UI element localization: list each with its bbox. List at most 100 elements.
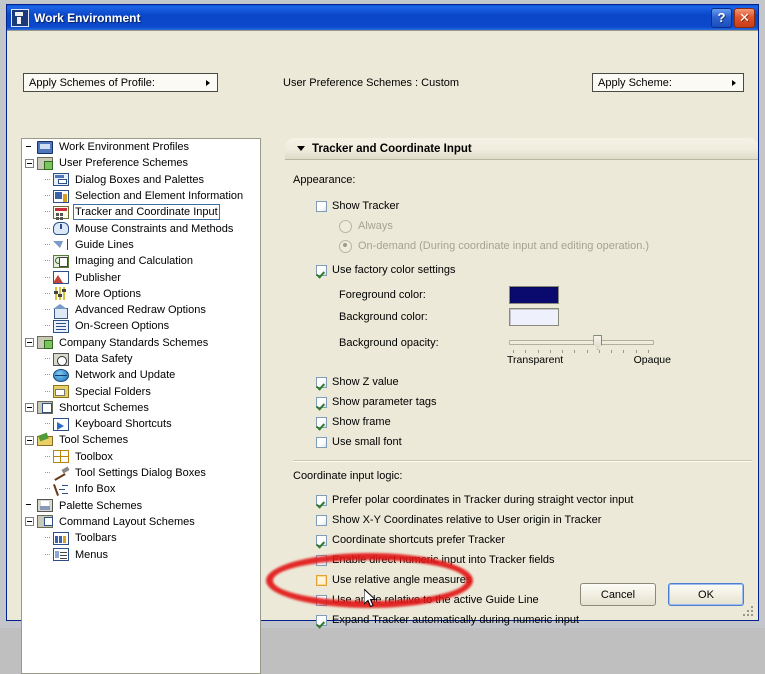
appearance-check-show-frame[interactable]: Show frame <box>316 412 758 432</box>
tree-item-guide-lines[interactable]: Guide Lines <box>22 237 260 253</box>
tree-connector <box>41 367 50 383</box>
tree-item-toolbox[interactable]: Toolbox <box>22 449 260 465</box>
tree-item-mouse-constraints-and-methods[interactable]: Mouse Constraints and Methods <box>22 220 260 236</box>
tracker-mode-radio-always[interactable]: Always <box>339 216 758 236</box>
color-setting-row: Foreground color: <box>339 284 758 306</box>
use-factory-colors-row[interactable]: Use factory color settings <box>316 260 758 280</box>
use-factory-color-settings-checkbox[interactable] <box>316 265 327 276</box>
foreground-color-swatch[interactable] <box>509 286 559 304</box>
close-icon[interactable]: ✕ <box>734 8 755 28</box>
tree-item-shortcut-schemes[interactable]: Shortcut Schemes <box>22 400 260 416</box>
show-tracker-checkbox[interactable] <box>316 201 327 212</box>
tree-item-dialog-boxes-and-palettes[interactable]: Dialog Boxes and Palettes <box>22 172 260 188</box>
window-title: Work Environment <box>34 11 711 25</box>
slider-track[interactable] <box>509 340 654 345</box>
logic-check-show-x-y-coordinates-relative-to-user-origin-in-tracker[interactable]: Show X-Y Coordinates relative to User or… <box>316 510 758 530</box>
background-color-swatch[interactable] <box>509 308 559 326</box>
tree-item-tool-settings-dialog-boxes[interactable]: Tool Settings Dialog Boxes <box>22 465 260 481</box>
tree-item-imaging-and-calculation[interactable]: Imaging and Calculation <box>22 253 260 269</box>
tree-connector <box>41 302 50 318</box>
checkbox[interactable] <box>316 377 327 388</box>
tree-item-company-standards-schemes[interactable]: Company Standards Schemes <box>22 335 260 351</box>
color-caption: Foreground color: <box>339 289 509 301</box>
tree-connector <box>41 481 50 497</box>
tracker-mode-radio-on-demand[interactable]: On-demand (During coordinate input and e… <box>339 236 758 256</box>
tree-spacer <box>25 501 34 510</box>
show-tracker-row[interactable]: Show Tracker <box>316 196 758 216</box>
checkbox[interactable] <box>316 535 327 546</box>
background-opacity-slider[interactable] <box>509 332 654 354</box>
logic-check-expand-tracker-automatically-during-numeric-input[interactable]: Expand Tracker automatically during nume… <box>316 610 758 630</box>
logic-check-coordinate-shortcuts-prefer-tracker[interactable]: Coordinate shortcuts prefer Tracker <box>316 530 758 550</box>
color-caption: Background color: <box>339 311 509 323</box>
tree-item-palette-schemes[interactable]: Palette Schemes <box>22 498 260 514</box>
logic-check-prefer-polar-coordinates-in-tracker-during-straight-vector-input[interactable]: Prefer polar coordinates in Tracker duri… <box>316 490 758 510</box>
tree-item-special-folders[interactable]: Special Folders <box>22 383 260 399</box>
tree-item-toolbars[interactable]: Toolbars <box>22 530 260 546</box>
tree-item-data-safety[interactable]: Data Safety <box>22 351 260 367</box>
logic-check-enable-direct-numeric-input-into-tracker-fields[interactable]: Enable direct numeric input into Tracker… <box>316 550 758 570</box>
tree-item-publisher[interactable]: Publisher <box>22 269 260 285</box>
background-opacity-label: Background opacity: <box>339 337 509 349</box>
title-bar: Work Environment ? ✕ <box>7 5 758 30</box>
tree-item-tracker-and-coordinate-input[interactable]: Tracker and Coordinate Input <box>22 204 260 220</box>
tree-expander-minus-icon[interactable] <box>25 338 34 347</box>
section-header[interactable]: Tracker and Coordinate Input <box>285 138 758 160</box>
checkbox[interactable] <box>316 555 327 566</box>
checkbox-label: Enable direct numeric input into Tracker… <box>332 554 555 566</box>
checkbox[interactable] <box>316 615 327 626</box>
radio-button[interactable] <box>339 240 352 253</box>
tree-item-network-and-update[interactable]: Network and Update <box>22 367 260 383</box>
resize-grip[interactable] <box>743 606 755 618</box>
appearance-check-show-z-value[interactable]: Show Z value <box>316 372 758 392</box>
tree-expander-minus-icon[interactable] <box>25 517 34 526</box>
tree-item-keyboard-shortcuts[interactable]: Keyboard Shortcuts <box>22 416 260 432</box>
ok-button[interactable]: OK <box>668 583 744 606</box>
network-icon <box>53 368 69 383</box>
tree-item-menus[interactable]: Menus <box>22 546 260 562</box>
appearance-group-label: Appearance: <box>293 174 758 186</box>
slider-thumb[interactable] <box>593 335 602 350</box>
tree-item-on-screen-options[interactable]: On-Screen Options <box>22 318 260 334</box>
tree-item-label: Toolbars <box>73 531 119 545</box>
background-opacity-row[interactable]: Background opacity: <box>339 332 758 354</box>
tree-connector <box>41 172 50 188</box>
tree-connector <box>41 384 50 400</box>
tree-item-tool-schemes[interactable]: Tool Schemes <box>22 432 260 448</box>
cancel-button[interactable]: Cancel <box>580 583 656 606</box>
tree-connector <box>41 318 50 334</box>
checkbox[interactable] <box>316 515 327 526</box>
scheme-tree-panel[interactable]: Work Environment ProfilesUser Preference… <box>21 138 261 674</box>
checkbox[interactable] <box>316 595 327 606</box>
appearance-check-show-parameter-tags[interactable]: Show parameter tags <box>316 392 758 412</box>
checkbox[interactable] <box>316 397 327 408</box>
tree-expander-minus-icon[interactable] <box>25 159 34 168</box>
tree-item-info-box[interactable]: Info Box <box>22 481 260 497</box>
tree-item-advanced-redraw-options[interactable]: Advanced Redraw Options <box>22 302 260 318</box>
help-icon[interactable]: ? <box>711 8 732 28</box>
tree-item-command-layout-schemes[interactable]: Command Layout Schemes <box>22 514 260 530</box>
section-header-label: Tracker and Coordinate Input <box>312 143 472 155</box>
checkbox-label: Show Z value <box>332 376 399 388</box>
opacity-min-label: Transparent <box>507 354 563 366</box>
appearance-check-use-small-font[interactable]: Use small font <box>316 432 758 452</box>
tree-connector <box>41 237 50 253</box>
tree-item-label: Network and Update <box>73 368 177 382</box>
top-toolbar <box>7 31 758 64</box>
checkbox[interactable] <box>316 437 327 448</box>
radio-button[interactable] <box>339 220 352 233</box>
checkbox[interactable] <box>316 495 327 506</box>
mouse-icon <box>53 221 69 236</box>
tree-item-selection-and-element-information[interactable]: Selection and Element Information <box>22 188 260 204</box>
app-icon <box>11 9 29 27</box>
checkbox[interactable] <box>316 575 327 586</box>
redraw-icon <box>53 303 69 318</box>
tree-item-label: Dialog Boxes and Palettes <box>73 173 206 187</box>
tree-item-work-environment-profiles[interactable]: Work Environment Profiles <box>22 139 260 155</box>
folder-company-icon <box>37 335 53 350</box>
tree-item-more-options[interactable]: More Options <box>22 286 260 302</box>
checkbox[interactable] <box>316 417 327 428</box>
tree-expander-minus-icon[interactable] <box>25 403 34 412</box>
tree-expander-minus-icon[interactable] <box>25 436 34 445</box>
tree-item-user-preference-schemes[interactable]: User Preference Schemes <box>22 155 260 171</box>
